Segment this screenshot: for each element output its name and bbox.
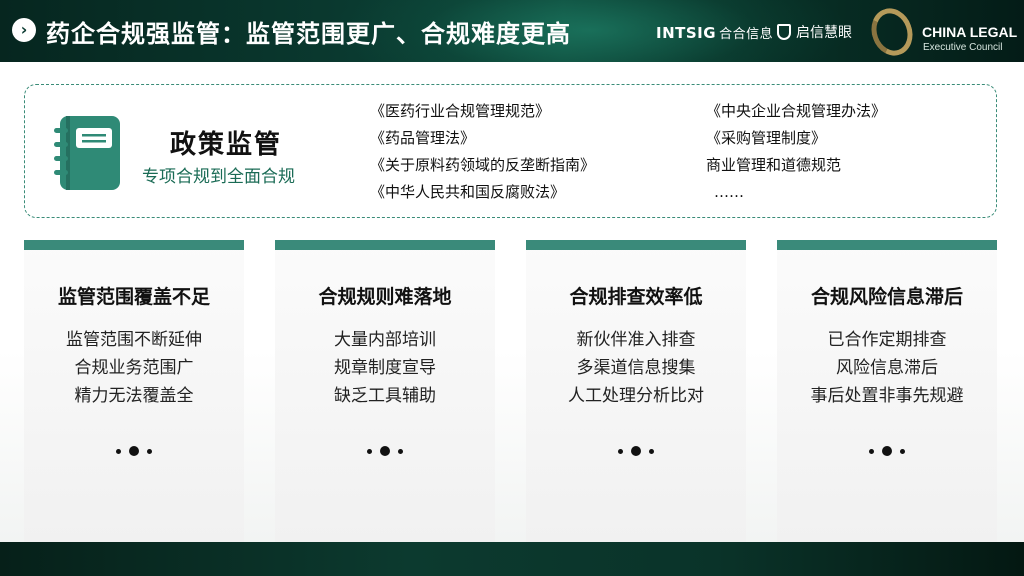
card-title: 合规风险信息滞后 — [810, 286, 963, 308]
china-legal-logo: CHINA LEGAL Executive Council — [864, 2, 1022, 62]
policy-doc-item: 《医药行业合规管理规范》 — [370, 102, 551, 120]
chevron-right-icon: › — [12, 18, 36, 42]
card-accent-bar — [275, 240, 495, 250]
policy-title: 政策监管 — [170, 130, 283, 160]
card-item: 缺乏工具辅助 — [334, 386, 436, 406]
card-item: 监管范围不断延伸 — [66, 330, 202, 350]
card-title: 监管范围覆盖不足 — [57, 286, 210, 308]
card-item: 人工处理分析比对 — [568, 386, 704, 406]
card-item: 大量内部培训 — [334, 330, 436, 350]
issue-card-rules: 合规规则难落地 大量内部培训 规章制度宣导 缺乏工具辅助 — [275, 240, 495, 542]
notebook-icon — [54, 116, 120, 190]
card-title: 合规规则难落地 — [318, 286, 452, 308]
card-accent-bar — [777, 240, 997, 250]
issue-card-risk-info: 合规风险信息滞后 已合作定期排查 风险信息滞后 事后处置非事先规避 — [777, 240, 997, 542]
china-legal-line2: Executive Council — [923, 42, 1003, 53]
china-legal-line1: CHINA LEGAL — [922, 24, 1018, 40]
card-item: 事后处置非事先规避 — [810, 386, 964, 406]
more-dots-icon — [526, 446, 746, 456]
policy-doc-ellipsis: …… — [714, 183, 744, 201]
card-item-list: 新伙伴准入排查 多渠道信息搜集 人工处理分析比对 — [526, 326, 746, 410]
header-banner: › 药企合规强监管：监管范围更广、合规难度更高 INTSIG 合合信息 启信慧眼 … — [0, 0, 1024, 62]
page-title: 药企合规强监管：监管范围更广、合规难度更高 — [46, 20, 571, 48]
card-title: 合规排查效率低 — [569, 286, 703, 308]
more-dots-icon — [24, 446, 244, 456]
policy-subtitle: 专项合规到全面合规 — [142, 167, 295, 187]
intsig-logo: INTSIG 合合信息 — [656, 23, 773, 42]
issue-card-coverage: 监管范围覆盖不足 监管范围不断延伸 合规业务范围广 精力无法覆盖全 — [24, 240, 244, 542]
card-item: 合规业务范围广 — [74, 358, 194, 378]
card-accent-bar — [526, 240, 746, 250]
card-accent-bar — [24, 240, 244, 250]
card-item: 新伙伴准入排查 — [576, 330, 696, 350]
qixin-logo: 启信慧眼 — [777, 22, 852, 42]
intsig-logo-cn: 合合信息 — [719, 27, 774, 42]
card-item-list: 已合作定期排查 风险信息滞后 事后处置非事先规避 — [777, 326, 997, 410]
more-dots-icon — [275, 446, 495, 456]
policy-doc-item: 《中央企业合规管理办法》 — [706, 102, 887, 120]
policy-doc-item: 《采购管理制度》 — [706, 129, 827, 147]
policy-doc-item: 《关于原料药领域的反垄断指南》 — [370, 156, 596, 174]
footer-band — [0, 542, 1024, 576]
policy-doc-item: 《药品管理法》 — [370, 129, 476, 147]
policy-doc-item: 《中华人民共和国反腐败法》 — [370, 183, 566, 201]
china-legal-emblem-icon — [864, 2, 920, 62]
policy-doc-item: 商业管理和道德规范 — [706, 156, 842, 174]
intsig-logo-text: INTSIG — [656, 24, 717, 42]
card-item: 多渠道信息搜集 — [576, 358, 696, 378]
issue-card-efficiency: 合规排查效率低 新伙伴准入排查 多渠道信息搜集 人工处理分析比对 — [526, 240, 746, 542]
card-item-list: 大量内部培训 规章制度宣导 缺乏工具辅助 — [275, 326, 495, 410]
more-dots-icon — [777, 446, 997, 456]
policy-doc-list-right: 《中央企业合规管理办法》 《采购管理制度》 商业管理和道德规范 …… — [706, 98, 886, 206]
shield-icon — [777, 24, 791, 40]
policy-doc-list-left: 《医药行业合规管理规范》 《药品管理法》 《关于原料药领域的反垄断指南》 《中华… — [370, 98, 595, 206]
card-item: 精力无法覆盖全 — [74, 386, 194, 406]
card-item: 风险信息滞后 — [836, 358, 938, 378]
card-item: 已合作定期排查 — [827, 330, 947, 350]
qixin-logo-text: 启信慧眼 — [796, 25, 852, 41]
card-item: 规章制度宣导 — [334, 358, 436, 378]
card-item-list: 监管范围不断延伸 合规业务范围广 精力无法覆盖全 — [24, 326, 244, 410]
